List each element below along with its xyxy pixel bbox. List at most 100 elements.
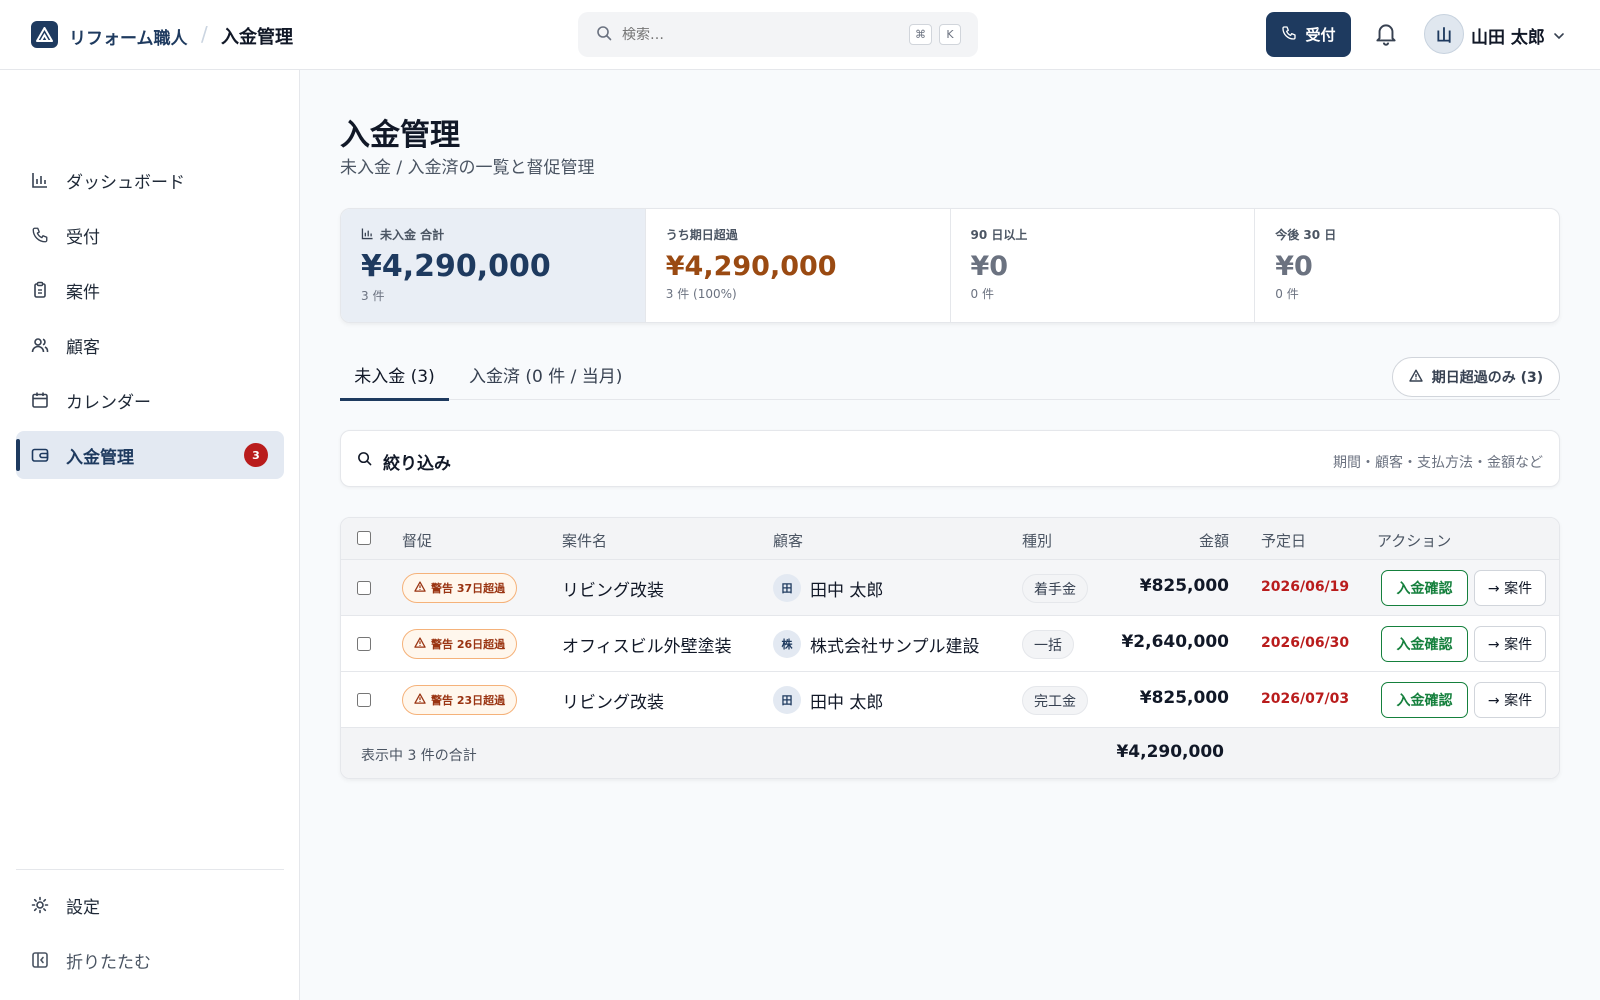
customer-avatar: 田 <box>773 574 801 602</box>
search-input[interactable] <box>622 26 892 43</box>
sidebar-item-projects[interactable]: 案件 <box>16 266 284 314</box>
kpi-next-30-days: 今後 30 日 ¥0 0 件 <box>1255 209 1559 322</box>
sidebar-item-reception[interactable]: 受付 <box>16 211 284 259</box>
sidebar-item-label: カレンダー <box>66 392 151 413</box>
confirm-payment-button[interactable]: 入金確認 <box>1381 682 1468 718</box>
breadcrumb-separator: / <box>201 22 208 46</box>
filter-bar[interactable]: 絞り込み 期間・顧客・支払方法・金額など <box>340 430 1560 487</box>
column-header-reminder: 督促 <box>402 532 433 550</box>
due-date: 2026/06/19 <box>1261 579 1350 595</box>
user-name[interactable]: 山田 太郎 <box>1471 23 1545 48</box>
row-checkbox[interactable] <box>357 693 371 707</box>
clipboard-icon <box>31 281 49 299</box>
column-header-amount: 金額 <box>1198 532 1229 550</box>
bar-chart-icon <box>361 227 374 243</box>
footer-total: ¥4,290,000 <box>1116 742 1224 762</box>
table-row[interactable]: 警告 23日超過 リビング改装 田 田中 太郎 完工金 ¥825,000 202… <box>341 672 1559 728</box>
warning-triangle-icon <box>414 637 426 651</box>
top-bar: リフォーム職人 / 入金管理 ⌘ K 受付 山 山田 太郎 <box>0 0 1600 70</box>
customer-name[interactable]: 田中 太郎 <box>810 688 883 713</box>
amount: ¥825,000 <box>1139 576 1229 596</box>
shortcut-key-k: K <box>939 24 961 45</box>
receive-call-button[interactable]: 受付 <box>1266 12 1351 57</box>
sidebar: ダッシュボード 受付 案件 顧客 カレンダー 入金管理 3 設定 折りたたむ <box>0 70 300 1000</box>
warning-text: 警告 23日超過 <box>431 694 506 707</box>
kpi-label: 90 日以上 <box>970 228 1028 242</box>
sidebar-item-calendar[interactable]: カレンダー <box>16 376 284 424</box>
table-row[interactable]: 警告 26日超過 オフィスビル外壁塗装 株 株式会社サンプル建設 一括 ¥2,6… <box>341 616 1559 672</box>
kpi-sub: 0 件 <box>970 287 994 301</box>
select-all-checkbox[interactable] <box>357 531 371 545</box>
go-to-project-button[interactable]: → 案件 <box>1474 570 1546 606</box>
confirm-payment-button[interactable]: 入金確認 <box>1381 570 1468 606</box>
warning-text: 警告 26日超過 <box>431 638 506 651</box>
due-date: 2026/07/03 <box>1261 691 1350 707</box>
overdue-warning-badge: 警告 37日超過 <box>402 573 518 603</box>
sidebar-item-customers[interactable]: 顧客 <box>16 321 284 369</box>
page-subtitle: 未入金 / 入金済の一覧と督促管理 <box>340 158 595 178</box>
sidebar-item-label: 折りたたむ <box>66 952 151 973</box>
sidebar-item-label: 入金管理 <box>66 447 134 468</box>
kpi-value: ¥4,290,000 <box>665 251 837 282</box>
table-row[interactable]: 警告 37日超過 リビング改装 田 田中 太郎 着手金 ¥825,000 202… <box>341 560 1559 616</box>
column-header-due-date: 予定日 <box>1261 532 1307 550</box>
column-header-project: 案件名 <box>562 532 608 550</box>
row-checkbox[interactable] <box>357 637 371 651</box>
tab-paid[interactable]: 入金済 (0 件 / 当月) <box>469 355 622 400</box>
amount: ¥2,640,000 <box>1121 632 1229 652</box>
project-name[interactable]: リビング改装 <box>562 688 664 713</box>
kpi-sub: 3 件 <box>361 289 385 303</box>
kpi-sub: 3 件 (100%) <box>665 287 737 301</box>
receive-button-label: 受付 <box>1305 26 1336 44</box>
warning-triangle-icon <box>414 581 426 595</box>
kpi-summary-card: 未入金 合計 ¥4,290,000 3 件 うち期日超過 ¥4,290,000 … <box>340 208 1560 323</box>
chevron-down-icon[interactable] <box>1553 27 1565 46</box>
unpaid-count-badge: 3 <box>244 443 268 467</box>
project-name[interactable]: オフィスビル外壁塗装 <box>562 632 732 657</box>
sidebar-item-dashboard[interactable]: ダッシュボード <box>16 156 284 204</box>
search-icon <box>357 451 372 470</box>
go-to-project-button[interactable]: → 案件 <box>1474 682 1546 718</box>
sidebar-item-settings[interactable]: 設定 <box>16 881 284 929</box>
project-name[interactable]: リビング改装 <box>562 576 664 601</box>
kpi-unpaid-total: 未入金 合計 ¥4,290,000 3 件 <box>341 209 646 322</box>
overdue-warning-badge: 警告 26日超過 <box>402 629 518 659</box>
warning-text: 警告 37日超過 <box>431 582 506 595</box>
overdue-warning-badge: 警告 23日超過 <box>402 685 518 715</box>
customer-name[interactable]: 株式会社サンプル建設 <box>810 632 980 657</box>
phone-icon <box>1281 25 1297 45</box>
tab-unpaid[interactable]: 未入金 (3) <box>340 355 449 401</box>
sidebar-item-label: 設定 <box>66 897 100 918</box>
sidebar-collapse-button[interactable]: 折りたたむ <box>16 936 284 984</box>
brand-logo-icon[interactable] <box>31 21 58 48</box>
table-header: 督促 案件名 顧客 種別 金額 予定日 アクション <box>341 518 1559 560</box>
customer-name[interactable]: 田中 太郎 <box>810 576 883 601</box>
confirm-payment-button[interactable]: 入金確認 <box>1381 626 1468 662</box>
warning-triangle-icon <box>1409 369 1423 386</box>
page-title: 入金管理 <box>340 118 460 153</box>
row-checkbox[interactable] <box>357 581 371 595</box>
sidebar-item-payments[interactable]: 入金管理 3 <box>16 431 284 479</box>
overdue-only-toggle[interactable]: 期日超過のみ (3) <box>1392 357 1560 397</box>
notification-bell-icon[interactable] <box>1373 20 1399 48</box>
filter-label: 絞り込み <box>383 454 451 474</box>
kpi-value: ¥0 <box>1275 251 1313 282</box>
kpi-label: 今後 30 日 <box>1275 228 1337 242</box>
kpi-overdue: うち期日超過 ¥4,290,000 3 件 (100%) <box>646 209 951 322</box>
amount: ¥825,000 <box>1139 688 1229 708</box>
breadcrumb-current: 入金管理 <box>221 27 293 48</box>
kpi-over-90-days: 90 日以上 ¥0 0 件 <box>951 209 1256 322</box>
sidebar-item-label: ダッシュボード <box>66 172 185 193</box>
customer-avatar: 田 <box>773 686 801 714</box>
go-to-project-button[interactable]: → 案件 <box>1474 626 1546 662</box>
column-header-action: アクション <box>1377 532 1452 550</box>
calendar-icon <box>31 391 49 409</box>
brand-name[interactable]: リフォーム職人 <box>69 24 188 49</box>
payment-type-pill: 一括 <box>1022 630 1074 659</box>
user-avatar[interactable]: 山 <box>1424 14 1464 54</box>
wallet-icon <box>31 446 49 464</box>
payment-tabs: 未入金 (3) 入金済 (0 件 / 当月) <box>340 355 1560 401</box>
users-icon <box>31 336 49 354</box>
global-search[interactable]: ⌘ K <box>578 12 978 57</box>
bar-chart-icon <box>31 171 49 189</box>
